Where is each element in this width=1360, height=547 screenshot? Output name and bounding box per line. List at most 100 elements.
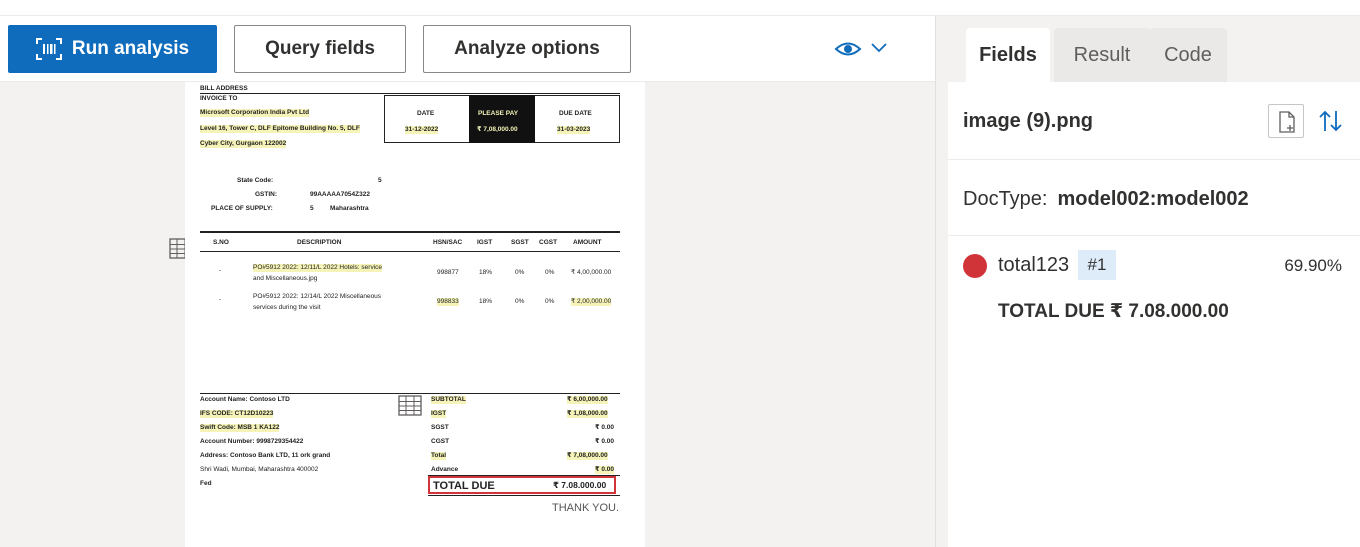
item-2-igst: 18% [479,298,493,305]
query-fields-label: Query fields [265,38,375,59]
company-line-3: Cyber City, Gurgaon 122002 [200,140,287,148]
place-value: Maharashtra [330,205,369,212]
item-1-sno: - [219,267,222,274]
tab-code-label: Code [1164,43,1212,66]
cgst-label: CGST [431,438,450,445]
run-analysis-button[interactable]: Run analysis [8,25,217,73]
company-line-1: Microsoft Corporation India Pvt Ltd [200,109,310,117]
col-amount: AMOUNT [573,239,602,246]
due-date-label: DUE DATE [559,110,592,117]
address-line-2: Shri Wadi, Mumbai, Maharashtra 400002 [200,466,319,473]
advance-value: ₹ 0.00 [595,466,614,474]
account-number: Account Number: 9998729354422 [200,438,304,445]
tab-result-label: Result [1073,43,1131,66]
cgst-value: ₹ 0.00 [595,438,614,445]
gstin-label: GSTIN: [255,191,278,198]
sort-button[interactable] [1316,104,1346,138]
chevron-down-icon [871,43,887,53]
date-value: 31-12-2022 [405,126,439,134]
view-toggle[interactable] [834,34,894,64]
address-line-1: Address: Contoso Bank LTD, 11 ork grand [200,452,331,459]
item-2-sno: - [219,296,222,303]
field-confidence: 69.90% [1284,256,1342,275]
item-1-amount: ₹ 4,00,000.00 [571,269,612,276]
document-add-icon [1279,111,1295,133]
query-fields-button[interactable]: Query fields [234,25,406,73]
doc-header-small: BILL ADDRESS [200,85,248,92]
run-analysis-label: Run analysis [71,38,190,59]
field-color-marker [963,254,987,278]
state-code-label: State Code: [237,177,274,184]
doctype-text: DocType: model002:model002 [963,188,1249,211]
subtotal-label: SUBTOTAL [431,396,466,404]
misc-text: Fed [200,480,212,487]
total-value: ₹ 7,08,000.00 [567,452,608,460]
item-1-hsn: 998877 [437,269,459,276]
please-pay-value: ₹ 7,08,000.00 [477,126,518,133]
fields-panel: image (9).png DocType: model002:model002… [948,82,1360,547]
tab-bar: Fields Result Code [936,16,1360,82]
sgst-value: ₹ 0.00 [595,424,614,431]
invoice-to-label: INVOICE TO [200,95,238,102]
col-cgst: CGST [539,239,558,246]
toolbar: Run analysis Query fields Analyze option… [0,16,935,82]
item-2-sgst: 0% [515,298,525,305]
due-date-value: 31-03-2023 [557,126,591,134]
analyze-options-label: Analyze options [454,38,600,59]
place-code: 5 [310,205,314,212]
account-name: Account Name: Contoso LTD [200,396,290,403]
divider [428,495,620,496]
item-1-desc-2: and Miscellaneous.jpg [253,275,318,282]
item-2-amount: ₹ 2,00,000.00 [571,298,612,306]
date-label: DATE [417,110,435,117]
field-value: TOTAL DUE ₹ 7.08.000.00 [998,301,1229,322]
results-pane: Fields Result Code image (9).png DocType… [936,16,1360,547]
eye-icon [834,42,862,56]
place-label: PLACE OF SUPPLY: [211,205,273,212]
col-igst: IGST [477,239,493,246]
add-file-button[interactable] [1268,104,1304,138]
please-pay-label: PLEASE PAY [478,110,519,117]
invoice-page: BILL ADDRESS INVOICE TO Microsoft Corpor… [185,82,645,547]
tab-result[interactable]: Result [1054,28,1150,82]
app-window: Run analysis Query fields Analyze option… [0,0,1360,547]
item-1-sgst: 0% [515,269,525,276]
ifs-code: IFS CODE: CT12D10223 [200,410,274,418]
doctype-label: DocType: [963,188,1048,210]
please-pay-cell [469,95,535,143]
swift-code: Swift Code: MSB 1 KA122 [200,424,280,432]
item-1-desc-1: PO#5912 2022: 12/11/L 2022 Hotels: servi… [253,264,383,272]
tab-fields[interactable]: Fields [966,28,1050,82]
sort-icon [1319,110,1342,132]
file-name: image (9).png [963,110,1094,132]
document-viewer[interactable]: BILL ADDRESS INVOICE TO Microsoft Corpor… [0,82,935,547]
field-highlight-box[interactable] [428,476,616,494]
doctype-value: model002:model002 [1057,188,1249,210]
field-index-badge: #1 [1078,250,1116,280]
col-description: DESCRIPTION [297,239,342,246]
scan-icon [35,38,62,60]
advance-label: Advance [431,466,459,473]
gstin-value: 99AAAAA7054Z322 [310,191,370,198]
item-1-igst: 18% [479,269,493,276]
subtotal-value: ₹ 6,00,000.00 [567,396,608,404]
state-code-value: 5 [378,177,382,184]
top-strip [0,0,1360,16]
table-icon[interactable] [398,395,422,416]
tab-fields-label: Fields [979,43,1037,66]
tab-code[interactable]: Code [1149,28,1227,82]
item-2-hsn: 998833 [437,298,459,306]
divider [200,251,620,252]
field-item-total123[interactable]: total123 #1 69.90% TOTAL DUE ₹ 7.08.000.… [948,236,1360,336]
item-1-cgst: 0% [545,269,555,276]
company-line-2: Level 16, Tower C, DLF Epitome Building … [200,125,360,133]
document-pane: Run analysis Query fields Analyze option… [0,16,936,547]
igst-value: ₹ 1,08,000.00 [567,410,608,418]
analyze-options-button[interactable]: Analyze options [423,25,631,73]
col-hsn: HSN/SAC [433,239,463,246]
doctype-row: DocType: model002:model002 [948,160,1360,236]
col-sgst: SGST [511,239,529,246]
col-sno: S.NO [213,239,229,246]
field-name: total123 [998,254,1070,276]
sgst-label: SGST [431,424,449,431]
